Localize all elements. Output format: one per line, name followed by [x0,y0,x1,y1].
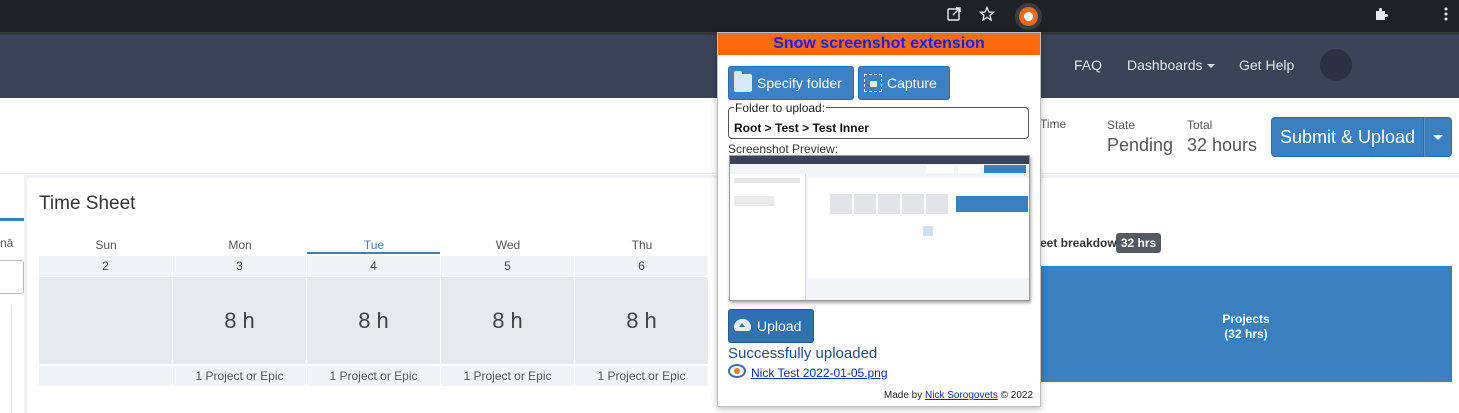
extension-popup: Snow screenshot extension Specify folder… [717,32,1041,407]
made-by-prefix: Made by [883,390,926,401]
popup-title: Snow screenshot extension [718,33,1040,55]
kebab-menu-icon[interactable] [1436,6,1456,26]
day-footer-sun [39,366,172,386]
specify-folder-label: Specify folder [757,75,842,91]
day-footer-wed: 1 Project or Epic [441,366,574,386]
projects-label: Projects [1222,312,1270,326]
author-link[interactable]: Nick Sorogovets [925,390,998,401]
left-panel-card [0,305,12,413]
day-name-thu: Thu [631,238,653,252]
time-label: Time [1040,117,1067,131]
day-num-sun: 2 [39,256,172,276]
nav-dashboards[interactable]: Dashboards [1127,57,1215,73]
state-value: Pending [1107,135,1174,155]
nav-get-help[interactable]: Get Help [1239,57,1294,73]
state-label: State [1107,118,1136,132]
capture-label: Capture [887,75,937,91]
day-name-wed: Wed [495,238,521,252]
specify-folder-button[interactable]: Specify folder [728,66,854,100]
made-by-suffix: © 2022 [997,390,1033,401]
day-num-mon: 3 [173,256,306,276]
breakdown-label: eet breakdown [1040,236,1125,250]
uploaded-file-link[interactable]: Nick Test 2022-01-05.png [751,366,888,380]
day-num-thu: 6 [575,256,708,276]
share-icon[interactable] [944,6,964,26]
camera-icon [864,74,882,92]
day-name-tue: Tue [363,238,385,252]
chevron-down-icon [1206,64,1215,69]
upload-label: Upload [757,318,802,334]
total-label: Total [1187,118,1213,132]
nav-dashboards-label: Dashboards [1127,57,1203,73]
day-name-sun: Sun [95,238,117,252]
browser-toolbar [0,0,1459,32]
projects-hours: (32 hrs) [1224,327,1268,341]
left-panel-input[interactable] [0,260,24,294]
submit-upload-button[interactable]: Submit & Upload [1271,117,1424,157]
folder-legend: Folder to upload: [734,101,827,115]
day-cell-tue[interactable]: 8 h [307,277,440,364]
upload-button[interactable]: Upload [728,309,814,343]
day-footer-mon: 1 Project or Epic [173,366,306,386]
left-panel-label: nā [0,236,14,250]
upload-status: Successfully uploaded [728,345,878,362]
day-cell-thu[interactable]: 8 h [575,277,708,364]
page-title: Time Sheet [39,193,136,214]
folder-fieldset: Folder to upload: Root > Test > Test Inn… [728,101,1029,139]
left-panel-tab-indicator [0,218,24,221]
puzzle-icon[interactable] [1371,6,1391,26]
day-footer-thu: 1 Project or Epic [575,366,708,386]
submit-dropdown-toggle[interactable] [1424,117,1452,157]
breakdown-badge: 32 hrs [1116,233,1161,253]
day-num-wed: 5 [441,256,574,276]
capture-button[interactable]: Capture [858,66,950,100]
day-footer-tue: 1 Project or Epic [307,366,440,386]
projects-breakdown-block[interactable]: Projects (32 hrs) [1040,266,1452,382]
preview-label: Screenshot Preview: [728,142,839,156]
eye-icon [728,364,746,378]
extension-snow-icon[interactable] [1015,3,1042,30]
folder-icon [734,71,752,92]
day-cell-sun[interactable] [39,277,172,364]
star-icon[interactable] [977,5,997,26]
active-day-underline [307,252,440,254]
day-cell-mon[interactable]: 8 h [173,277,306,364]
day-cell-wed[interactable]: 8 h [441,277,574,364]
screenshot-preview-image [729,155,1030,301]
avatar[interactable] [1320,49,1352,81]
day-num-tue: 4 [307,256,440,276]
total-value: 32 hours [1187,135,1258,155]
made-by-footer: Made by Nick Sorogovets © 2022 [884,390,1033,401]
folder-path: Root > Test > Test Inner [734,121,869,135]
nav-faq[interactable]: FAQ [1074,57,1102,73]
cloud-upload-icon [734,319,751,331]
day-name-mon: Mon [228,238,252,252]
